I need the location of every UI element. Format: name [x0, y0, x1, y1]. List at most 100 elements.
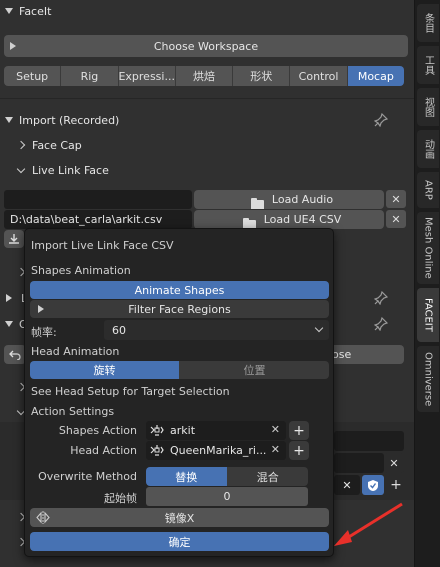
start-frame-label: 起始帧 [104, 492, 137, 505]
tab-expressions[interactable]: Expressi... [118, 66, 176, 86]
pin-icon[interactable] [374, 317, 388, 331]
pin-icon[interactable] [374, 291, 388, 305]
clear-audio-button[interactable]: ✕ [386, 190, 406, 208]
shapes-action-label: Shapes Action [58, 424, 137, 437]
action-icon [150, 425, 164, 436]
chevron-down-icon [314, 323, 324, 333]
expand-down-icon [5, 321, 13, 327]
overwrite-replace-option[interactable]: 替换 [146, 467, 228, 486]
side-tab-arp[interactable]: ARP [417, 172, 439, 208]
load-audio-button[interactable]: Load Audio [194, 190, 384, 209]
bg-field-2[interactable] [334, 453, 384, 473]
fps-label: 帧率: [31, 326, 57, 339]
bg-clear-button[interactable]: ✕ [334, 475, 360, 495]
expand-right-icon [38, 305, 44, 313]
shield-toggle[interactable] [362, 475, 384, 495]
chevron-down-icon [16, 164, 26, 173]
dialog-title: Import Live Link Face CSV [31, 239, 174, 252]
import-download-button[interactable] [4, 230, 24, 248]
chevron-right-icon [16, 140, 26, 150]
side-tab-omniverse[interactable]: Omniverse [417, 346, 439, 412]
head-animation-mode: 旋转 位置 [30, 361, 329, 379]
head-setup-note: See Head Setup for Target Selection [31, 385, 230, 398]
tab-mocap[interactable]: Mocap [347, 66, 404, 86]
clear-shapes-action-icon[interactable]: ✕ [271, 423, 280, 436]
play-triangle-icon [10, 42, 16, 50]
side-tab-view[interactable]: 视图 [417, 88, 439, 126]
faceit-panel-header[interactable]: FaceIt [0, 0, 414, 22]
live-link-face-subpanel[interactable]: Live Link Face [0, 159, 414, 181]
divider [0, 98, 414, 99]
load-audio-label: Load Audio [271, 193, 334, 206]
undo-button[interactable] [4, 345, 26, 364]
annotation-arrow-icon [334, 502, 403, 546]
audio-path-field[interactable] [4, 190, 192, 209]
confirm-button[interactable]: 确定 [30, 532, 329, 551]
shield-check-icon [368, 479, 378, 491]
overwrite-mix-option[interactable]: 混合 [227, 467, 308, 486]
csv-path-field[interactable]: D:\data\beat_carla\arkit.csv [4, 210, 192, 229]
import-live-link-dialog: Import Live Link Face CSV Shapes Animati… [24, 228, 334, 557]
overwrite-method-selector: 替换 混合 [146, 467, 308, 486]
folder-icon [250, 197, 264, 209]
workspace-tabs: Setup Rig Expressi... 烘焙 形状 Control Moca… [4, 66, 404, 86]
choose-workspace-label: Choose Workspace [153, 39, 259, 53]
start-frame-value: 0 [223, 490, 231, 503]
tab-shapes[interactable]: 形状 [233, 66, 291, 86]
add-shapes-action-button[interactable]: + [289, 421, 309, 440]
expand-right-icon [6, 294, 12, 302]
tab-bake[interactable]: 烘焙 [175, 66, 234, 86]
head-rotation-option[interactable]: 旋转 [30, 361, 180, 379]
mirror-icon [36, 511, 50, 524]
shapes-action-field[interactable]: arkit ✕ [146, 421, 286, 440]
import-recorded-header[interactable]: Import (Recorded) [0, 109, 414, 131]
side-tab-animation[interactable]: 动画 [417, 130, 439, 168]
fps-dropdown[interactable]: 60 [104, 320, 329, 340]
live-link-face-label: Live Link Face [32, 163, 109, 177]
head-action-label: Head Action [70, 444, 137, 457]
action-icon [150, 445, 164, 456]
face-cap-subpanel[interactable]: Face Cap [0, 134, 414, 156]
undo-arrow-icon [9, 350, 21, 360]
fps-value: 60 [112, 323, 126, 337]
load-csv-label: Load UE4 CSV [263, 213, 342, 226]
sidebar-category-tabs: 条目 工具 视图 动画 ARP Mesh Online FACEIT Omniv… [414, 0, 440, 567]
overwrite-method-label: Overwrite Method [38, 470, 137, 483]
side-tab-tool[interactable]: 工具 [417, 46, 439, 84]
shapes-animation-label: Shapes Animation [31, 264, 131, 277]
choose-workspace-button[interactable]: Choose Workspace [4, 35, 408, 57]
panel-title: FaceIt [19, 4, 52, 18]
tab-control[interactable]: Control [290, 66, 348, 86]
mirror-x-toggle[interactable]: 镜像X [30, 508, 329, 527]
bg-pose-button[interactable]: ose [330, 345, 404, 364]
pin-icon[interactable] [374, 113, 388, 127]
expand-down-icon [5, 8, 13, 14]
start-frame-field[interactable]: 0 [146, 487, 308, 506]
clear-head-action-icon[interactable]: ✕ [271, 443, 280, 456]
bg-field-1[interactable] [334, 431, 404, 451]
shapes-action-value: arkit [170, 424, 196, 437]
tab-rig[interactable]: Rig [61, 66, 119, 86]
head-location-option[interactable]: 位置 [180, 361, 329, 379]
load-ue4-csv-button[interactable]: Load UE4 CSV [194, 210, 384, 229]
filter-face-regions-toggle[interactable]: Filter Face Regions [30, 300, 329, 318]
face-cap-label: Face Cap [32, 138, 82, 152]
side-tab-mesh-online[interactable]: Mesh Online [417, 212, 439, 284]
add-head-action-button[interactable]: + [289, 441, 309, 460]
import-section-title: Import (Recorded) [19, 113, 120, 127]
action-settings-label: Action Settings [31, 405, 115, 418]
side-tab-item[interactable]: 条目 [417, 4, 439, 42]
tab-setup[interactable]: Setup [4, 66, 62, 86]
side-tab-faceit[interactable]: FACEIT [417, 288, 439, 342]
download-icon [9, 234, 19, 244]
animate-shapes-toggle[interactable]: Animate Shapes [30, 281, 329, 299]
head-animation-label: Head Animation [31, 345, 120, 358]
mirror-x-label: 镜像X [164, 511, 195, 525]
filter-face-regions-label: Filter Face Regions [128, 302, 231, 316]
head-action-field[interactable]: QueenMarika_ri... ✕ [146, 441, 286, 460]
clear-csv-button[interactable]: ✕ [386, 210, 406, 228]
add-icon[interactable]: + [386, 475, 406, 495]
clear-field-button[interactable]: ✕ [384, 453, 404, 473]
expand-down-icon [5, 117, 13, 123]
head-action-value: QueenMarika_ri... [170, 444, 267, 457]
